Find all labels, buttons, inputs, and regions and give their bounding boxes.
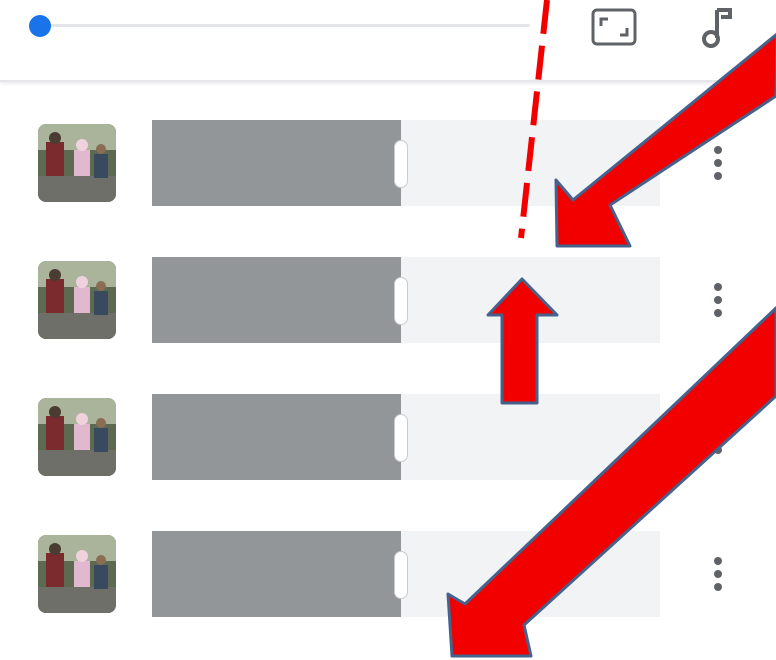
clip-trim-track[interactable] [152, 120, 660, 206]
clip-row[interactable] [0, 118, 776, 208]
music-note-icon [702, 8, 732, 48]
thumbnail-children-walking [38, 261, 116, 339]
clip-selected-segment [152, 531, 401, 617]
crop-icon [591, 8, 637, 46]
clip-selected-segment [152, 394, 401, 480]
trim-handle[interactable] [394, 140, 408, 188]
clip-selected-segment [152, 257, 401, 343]
trim-handle[interactable] [394, 551, 408, 599]
video-editor-clip-panel [0, 0, 776, 660]
music-button[interactable] [700, 4, 734, 50]
thumbnail-children-walking [38, 398, 116, 476]
more-options-button[interactable] [700, 277, 736, 323]
more-options-button[interactable] [700, 551, 736, 597]
clip-row[interactable] [0, 392, 776, 482]
crop-button[interactable] [588, 6, 640, 48]
more-options-button[interactable] [700, 414, 736, 460]
thumbnail-children-walking [38, 124, 116, 202]
trim-handle[interactable] [394, 414, 408, 462]
more-options-button[interactable] [700, 140, 736, 186]
clip-row[interactable] [0, 255, 776, 345]
clip-trim-track[interactable] [152, 394, 660, 480]
scrubber-thumb[interactable] [29, 15, 51, 37]
clip-row[interactable] [0, 529, 776, 619]
trim-handle[interactable] [394, 277, 408, 325]
clip-selected-segment [152, 120, 401, 206]
clip-trim-track[interactable] [152, 257, 660, 343]
playback-toolbar [0, 0, 776, 82]
scrubber-track[interactable] [40, 24, 530, 27]
thumbnail-children-walking [38, 535, 116, 613]
clip-trim-track[interactable] [152, 531, 660, 617]
